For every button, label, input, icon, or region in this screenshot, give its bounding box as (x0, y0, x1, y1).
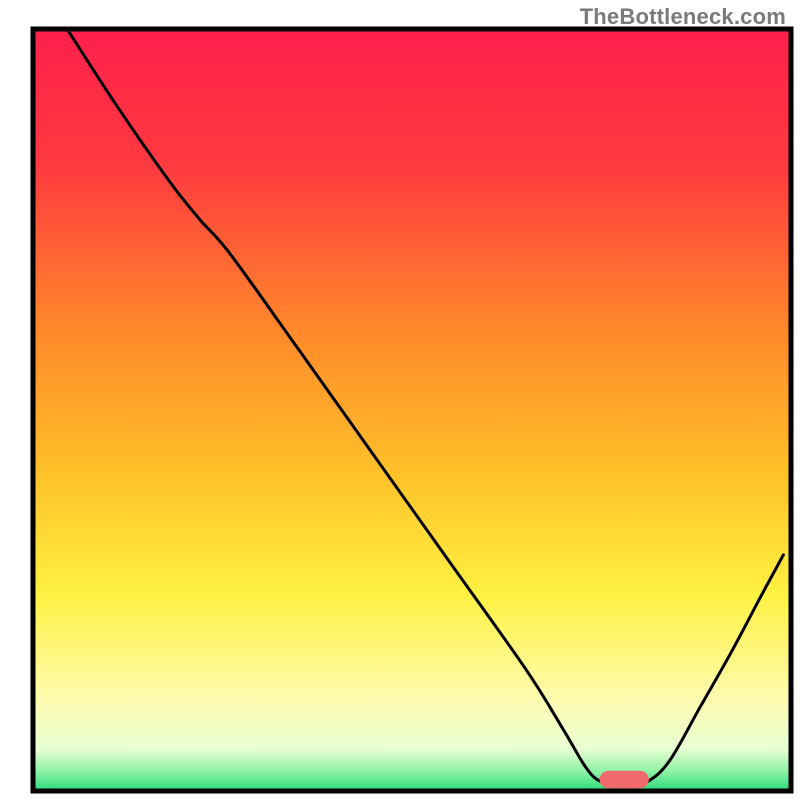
gradient-background (33, 29, 791, 791)
optimal-marker (600, 771, 649, 789)
watermark-text: TheBottleneck.com (580, 4, 786, 30)
chart-stage: TheBottleneck.com (0, 0, 800, 800)
bottleneck-chart (0, 0, 800, 800)
